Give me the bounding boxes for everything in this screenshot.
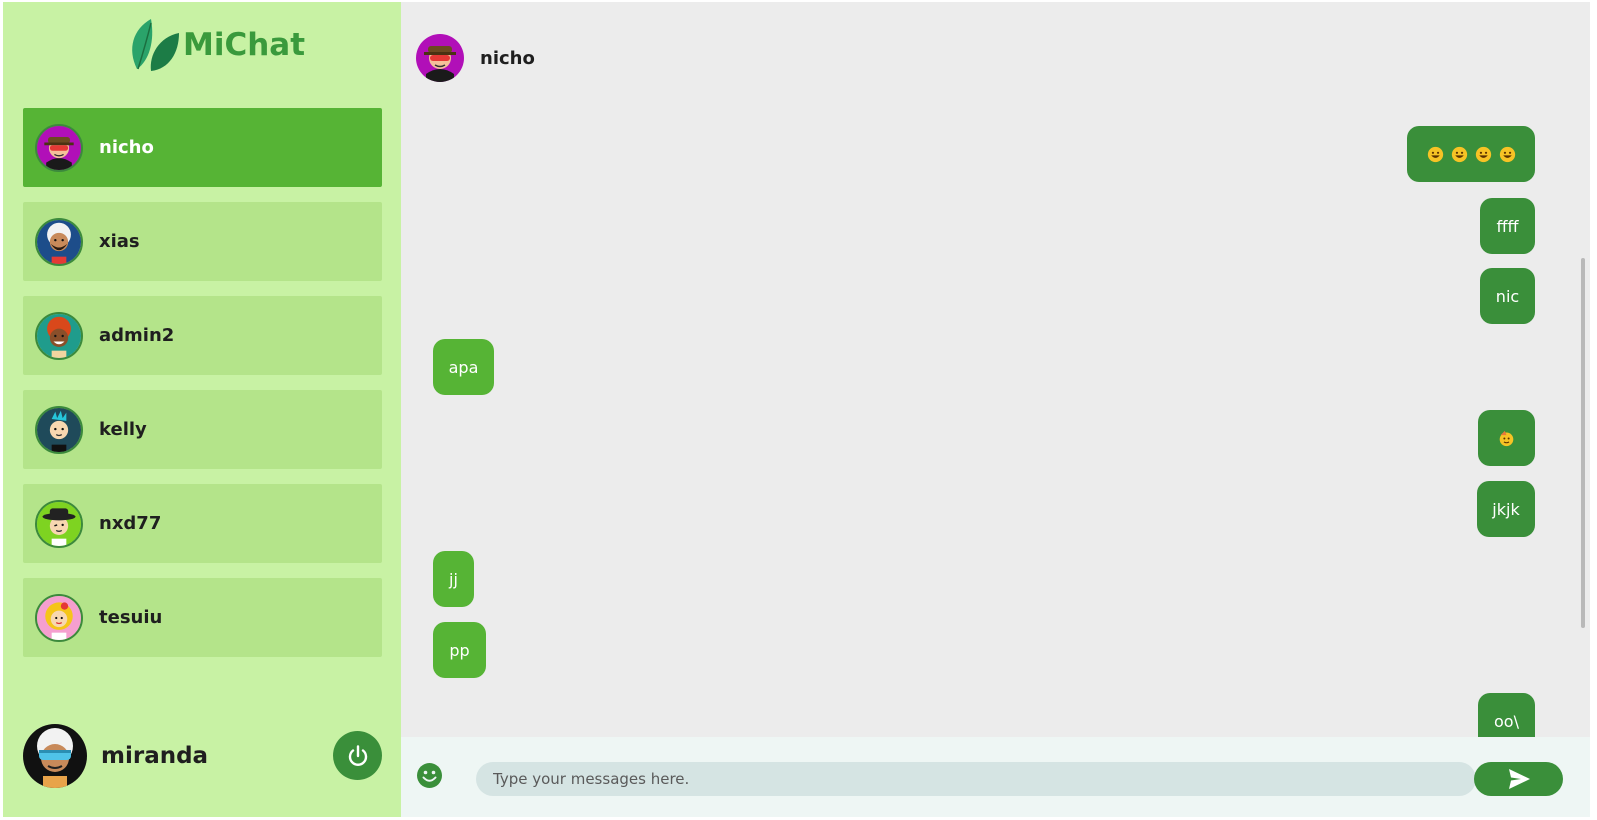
emoji-picker-button[interactable] xyxy=(416,762,443,789)
message-text: apa xyxy=(448,357,479,377)
message-text: ffff xyxy=(1496,216,1519,236)
grinning-face-icon xyxy=(1499,146,1515,162)
message-bubble-outgoing: jkjk xyxy=(1477,481,1535,537)
grinning-face-icon xyxy=(1451,146,1467,162)
message-bubble-outgoing: oo\ xyxy=(1478,693,1535,737)
message-scrollbar[interactable] xyxy=(1576,2,1590,737)
contact-name: kelly xyxy=(99,419,147,440)
message-bubble-incoming: apa xyxy=(433,339,494,395)
message-text: jj xyxy=(449,569,458,589)
send-button[interactable] xyxy=(1474,762,1563,796)
message-bubble-outgoing: nic xyxy=(1480,268,1535,324)
logout-button[interactable] xyxy=(333,731,382,780)
leaf-logo-icon xyxy=(132,19,179,71)
send-icon xyxy=(1508,769,1530,789)
message-bubble-outgoing: ffff xyxy=(1480,198,1535,254)
message-bubble-outgoing xyxy=(1478,410,1535,466)
current-user: miranda xyxy=(23,724,382,788)
avatar-blonde-icon xyxy=(35,593,83,642)
avatar-fedora-icon xyxy=(35,499,83,548)
message-text: jkjk xyxy=(1492,499,1520,519)
avatar-redhead-icon xyxy=(35,311,83,360)
chat-header: nicho xyxy=(416,33,535,83)
contact-item-tesuiu[interactable]: tesuiu xyxy=(23,578,382,657)
message-composer xyxy=(401,737,1590,817)
app-name: MiChat xyxy=(183,27,306,63)
sidebar: MiChat nicho xias admin2 kelly nxd77 tes… xyxy=(3,2,401,817)
message-bubble-outgoing xyxy=(1407,126,1535,182)
current-user-name: miranda xyxy=(101,743,209,769)
message-text: nic xyxy=(1495,286,1520,306)
avatar-bandit-icon xyxy=(35,123,83,172)
contact-item-nicho[interactable]: nicho xyxy=(23,108,382,187)
grinning-face-icon xyxy=(1475,146,1491,162)
app-logo: MiChat xyxy=(125,16,305,74)
avatar-vr-goggles-icon xyxy=(23,724,87,788)
contact-item-nxd77[interactable]: nxd77 xyxy=(23,484,382,563)
message-list[interactable]: ffff nic apa jkjk jj pp oo\ xyxy=(401,92,1573,737)
contact-item-kelly[interactable]: kelly xyxy=(23,390,382,469)
message-text: pp xyxy=(449,640,470,660)
message-bubble-incoming: jj xyxy=(433,551,474,607)
power-icon xyxy=(348,744,367,766)
emoji-message xyxy=(1427,146,1516,163)
avatar-punk-icon xyxy=(35,405,83,454)
contact-item-admin2[interactable]: admin2 xyxy=(23,296,382,375)
contact-name: xias xyxy=(99,231,140,252)
smiley-icon xyxy=(417,763,442,788)
grinning-face-icon xyxy=(1427,146,1443,162)
message-input[interactable] xyxy=(476,762,1476,796)
message-bubble-incoming: pp xyxy=(433,622,486,678)
chat-panel: nicho ffff nic apa jkjk jj pp oo\ Type y… xyxy=(401,2,1590,817)
contact-name: nicho xyxy=(99,137,154,158)
contact-name: admin2 xyxy=(99,325,175,346)
contact-name: tesuiu xyxy=(99,607,163,628)
scrollbar-thumb[interactable] xyxy=(1581,258,1585,628)
chat-partner-name: nicho xyxy=(480,47,535,69)
message-text: oo\ xyxy=(1494,711,1519,731)
avatar-bearded-man-icon xyxy=(35,217,83,266)
contact-item-xias[interactable]: xias xyxy=(23,202,382,281)
contact-name: nxd77 xyxy=(99,513,162,534)
avatar-bandit-icon xyxy=(416,34,464,82)
party-face-icon xyxy=(1499,430,1514,446)
